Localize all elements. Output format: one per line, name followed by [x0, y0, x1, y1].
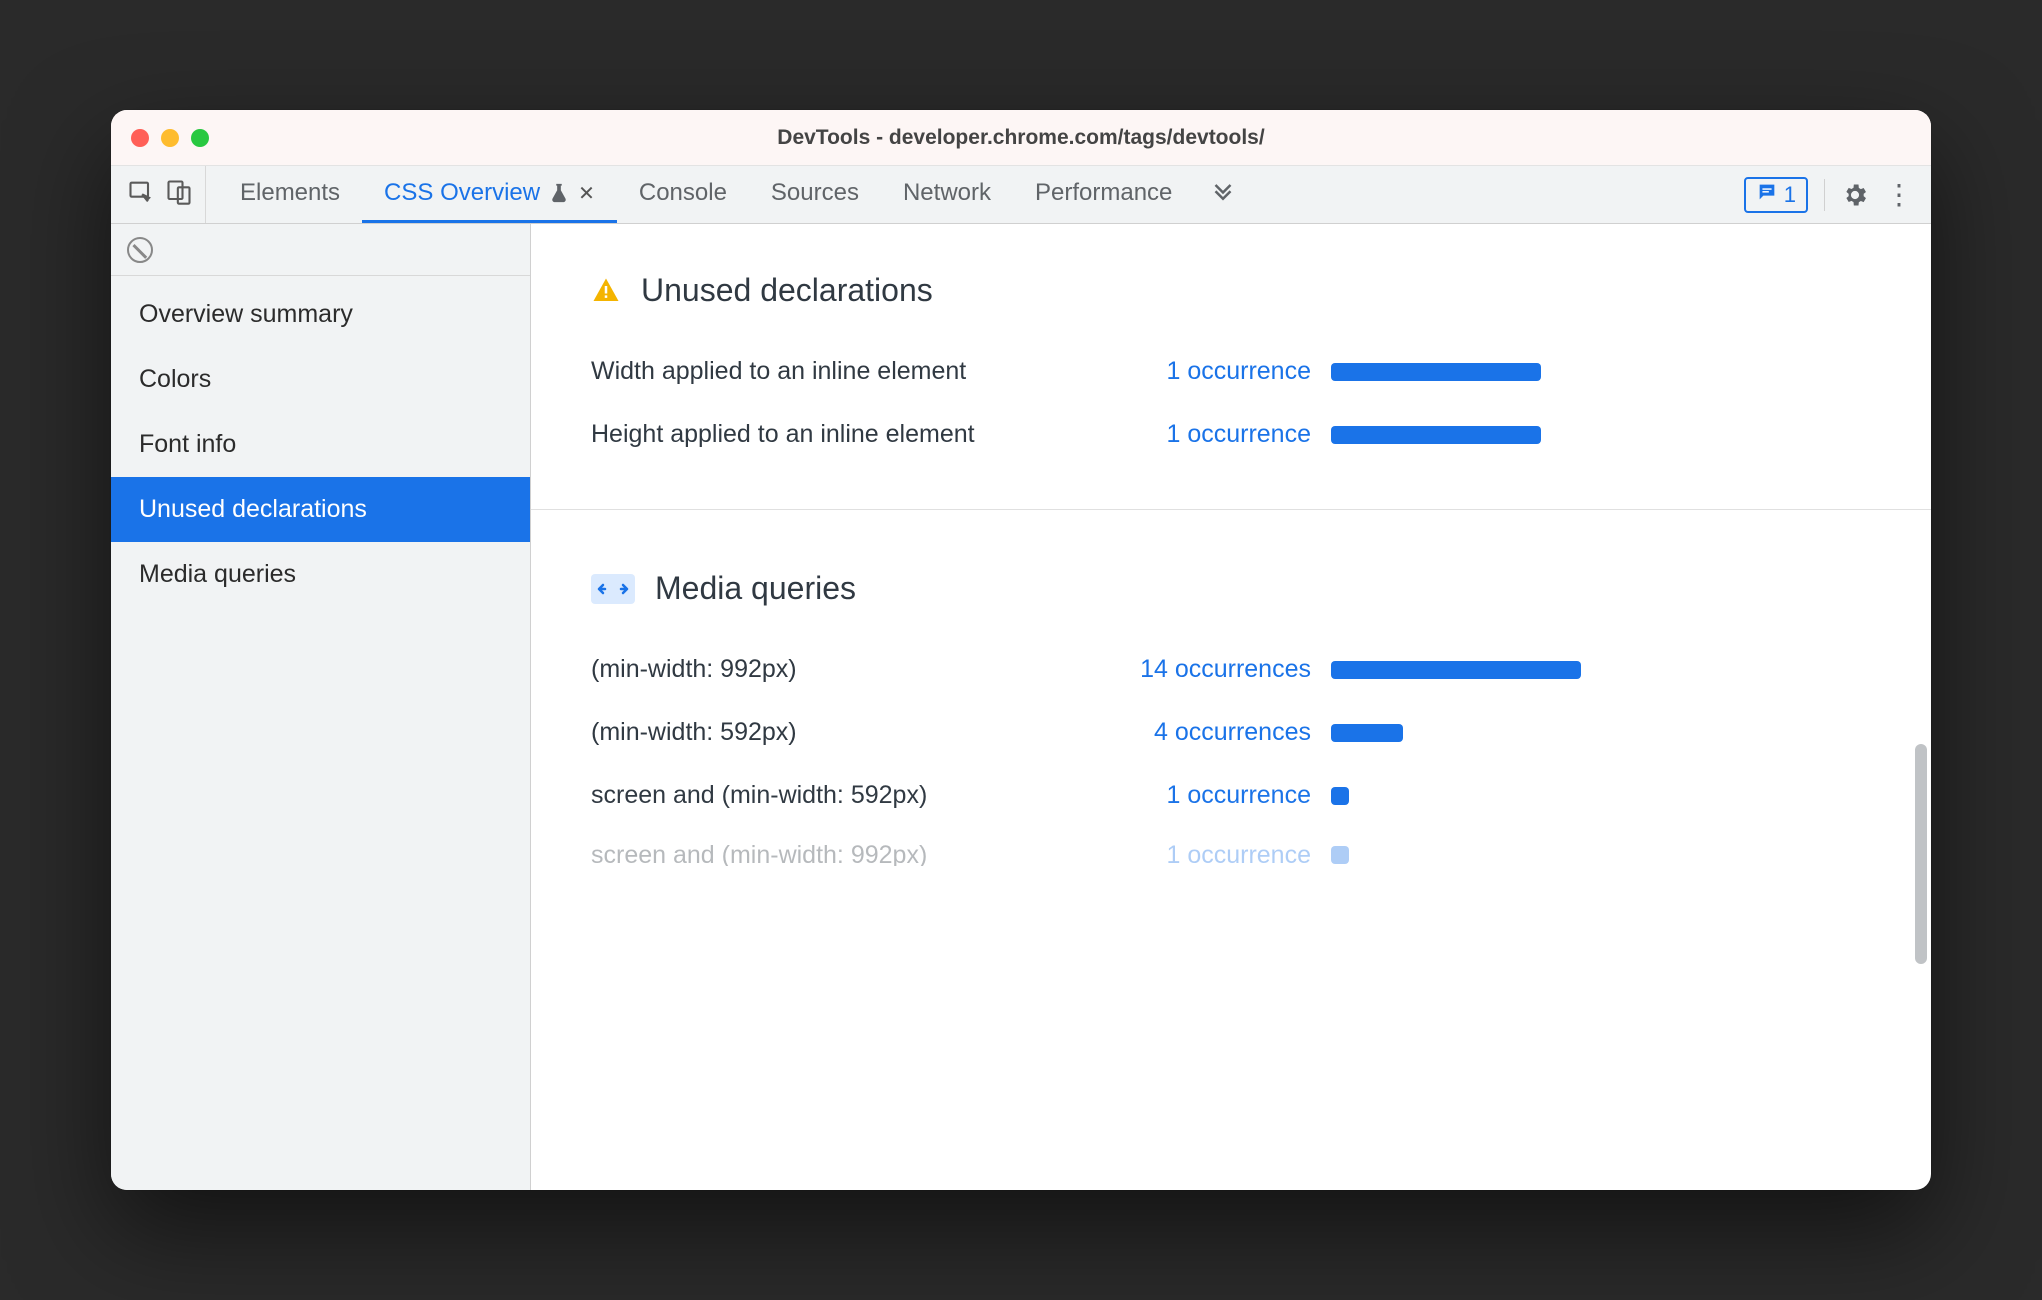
list-item: Height applied to an inline element 1 oc… — [591, 420, 1871, 449]
sidebar-item-overview-summary[interactable]: Overview summary — [111, 282, 530, 347]
devtools-window: DevTools - developer.chrome.com/tags/dev… — [111, 110, 1931, 1190]
tab-label: Sources — [771, 179, 859, 207]
more-tabs-button[interactable] — [1194, 166, 1252, 223]
minimize-window-button[interactable] — [161, 129, 179, 147]
panel-tabs: Elements CSS Overview ✕ Console Sources … — [218, 166, 1194, 223]
sidebar-item-unused-declarations[interactable]: Unused declarations — [111, 477, 530, 542]
section-media-queries: Media queries (min-width: 992px) 14 occu… — [591, 570, 1871, 866]
section-title: Media queries — [655, 570, 856, 607]
tab-label: Elements — [240, 179, 340, 207]
list-item: (min-width: 592px) 4 occurrences — [591, 718, 1871, 747]
bar-wrap — [1331, 426, 1591, 444]
bar-wrap — [1331, 724, 1591, 742]
sidebar-header — [111, 224, 530, 276]
bar — [1331, 661, 1581, 679]
tab-network[interactable]: Network — [881, 166, 1013, 223]
tab-css-overview[interactable]: CSS Overview ✕ — [362, 166, 617, 223]
tab-sources[interactable]: Sources — [749, 166, 881, 223]
tab-label: Network — [903, 179, 991, 207]
issues-badge[interactable]: 1 — [1744, 177, 1808, 213]
sidebar-item-label: Font info — [139, 430, 236, 458]
bar — [1331, 846, 1349, 864]
divider — [1824, 179, 1825, 211]
sidebar-items: Overview summary Colors Font info Unused… — [111, 276, 530, 607]
section-title: Unused declarations — [641, 272, 933, 309]
section-header: Unused declarations — [591, 272, 1871, 309]
maximize-window-button[interactable] — [191, 129, 209, 147]
issues-count: 1 — [1784, 182, 1796, 208]
list-item: Width applied to an inline element 1 occ… — [591, 357, 1871, 386]
cutoff-spacer — [591, 866, 1871, 906]
bar-wrap — [1331, 363, 1591, 381]
scrollbar-thumb[interactable] — [1915, 744, 1927, 964]
occurrence-link[interactable]: 1 occurrence — [1091, 357, 1311, 386]
bar — [1331, 363, 1541, 381]
unused-rows: Width applied to an inline element 1 occ… — [591, 357, 1871, 449]
clear-icon[interactable] — [127, 237, 153, 263]
sidebar-item-label: Unused declarations — [139, 495, 367, 523]
content[interactable]: Unused declarations Width applied to an … — [531, 224, 1931, 1190]
occurrence-link[interactable]: 4 occurrences — [1091, 718, 1311, 747]
tabbar: Elements CSS Overview ✕ Console Sources … — [111, 166, 1931, 224]
panel-body: Overview summary Colors Font info Unused… — [111, 224, 1931, 1190]
list-item: (min-width: 992px) 14 occurrences — [591, 655, 1871, 684]
window-title: DevTools - developer.chrome.com/tags/dev… — [111, 126, 1931, 150]
message-icon — [1756, 181, 1778, 209]
bar-wrap — [1331, 846, 1591, 864]
divider — [531, 509, 1931, 510]
bar — [1331, 724, 1403, 742]
sidebar-item-media-queries[interactable]: Media queries — [111, 542, 530, 607]
sidebar-item-font-info[interactable]: Font info — [111, 412, 530, 477]
tab-console[interactable]: Console — [617, 166, 749, 223]
occurrence-link[interactable]: 1 occurrence — [1091, 781, 1311, 810]
media-query-icon — [591, 574, 635, 604]
sidebar-item-colors[interactable]: Colors — [111, 347, 530, 412]
tab-label: Console — [639, 179, 727, 207]
tab-label: CSS Overview — [384, 179, 540, 207]
section-header: Media queries — [591, 570, 1871, 607]
tab-elements[interactable]: Elements — [218, 166, 362, 223]
bar-wrap — [1331, 787, 1591, 805]
titlebar: DevTools - developer.chrome.com/tags/dev… — [111, 110, 1931, 166]
inspect-element-icon[interactable] — [127, 178, 155, 211]
row-label: Width applied to an inline element — [591, 357, 1071, 386]
occurrence-link[interactable]: 1 occurrence — [1091, 844, 1311, 866]
list-item: screen and (min-width: 992px) 1 occurren… — [591, 844, 1871, 866]
tab-label: Performance — [1035, 179, 1172, 207]
toolbar-left-icons — [119, 166, 206, 223]
warning-icon — [591, 276, 621, 306]
tab-performance[interactable]: Performance — [1013, 166, 1194, 223]
bar-wrap — [1331, 661, 1591, 679]
device-toolbar-icon[interactable] — [165, 178, 193, 211]
close-window-button[interactable] — [131, 129, 149, 147]
bar — [1331, 426, 1541, 444]
media-rows: (min-width: 992px) 14 occurrences (min-w… — [591, 655, 1871, 866]
list-item: screen and (min-width: 592px) 1 occurren… — [591, 781, 1871, 810]
row-label: screen and (min-width: 592px) — [591, 781, 1071, 810]
occurrence-link[interactable]: 14 occurrences — [1091, 655, 1311, 684]
close-tab-icon[interactable]: ✕ — [578, 181, 595, 206]
row-label: screen and (min-width: 992px) — [591, 844, 1071, 866]
section-unused-declarations: Unused declarations Width applied to an … — [591, 272, 1871, 449]
occurrence-link[interactable]: 1 occurrence — [1091, 420, 1311, 449]
sidebar-item-label: Colors — [139, 365, 211, 393]
row-label: (min-width: 592px) — [591, 718, 1071, 747]
toolbar-right: 1 ⋮ — [1744, 166, 1915, 223]
traffic-lights — [131, 129, 209, 147]
sidebar-item-label: Overview summary — [139, 300, 353, 328]
row-label: Height applied to an inline element — [591, 420, 1071, 449]
more-options-button[interactable]: ⋮ — [1885, 178, 1915, 211]
bar — [1331, 787, 1349, 805]
sidebar-item-label: Media queries — [139, 560, 296, 588]
row-label: (min-width: 992px) — [591, 655, 1071, 684]
sidebar: Overview summary Colors Font info Unused… — [111, 224, 531, 1190]
settings-button[interactable] — [1841, 181, 1869, 209]
flask-icon — [548, 182, 570, 204]
content-inner: Unused declarations Width applied to an … — [531, 224, 1931, 926]
